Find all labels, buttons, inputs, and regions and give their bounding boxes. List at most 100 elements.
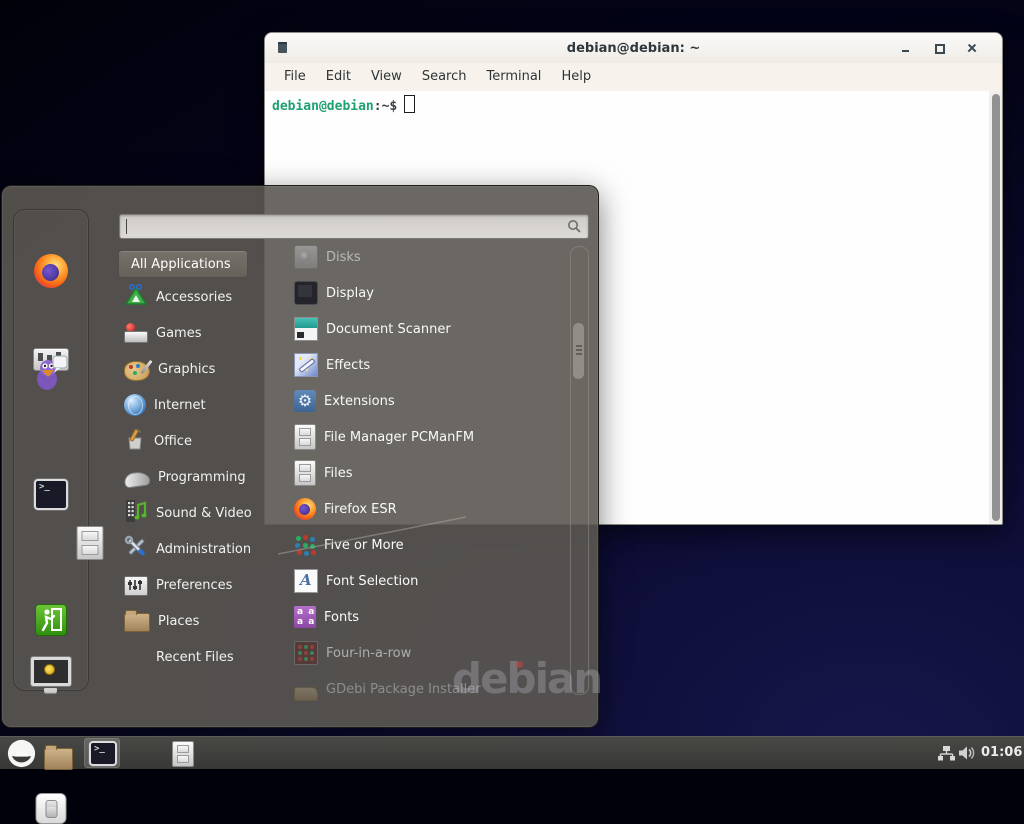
volume-icon[interactable] — [958, 745, 976, 765]
menu-button[interactable] — [7, 739, 36, 772]
app-label: Fonts — [324, 610, 359, 625]
app-five-or-more[interactable]: Five or More — [288, 527, 564, 563]
category-label: Administration — [156, 542, 251, 557]
accessories-icon — [124, 284, 148, 310]
extensions-icon — [294, 390, 316, 412]
terminal-scrollbar-thumb[interactable] — [992, 94, 1000, 521]
terminal-title: debian@debian: ~ — [265, 41, 1002, 56]
file-cabinet-icon[interactable] — [77, 526, 104, 560]
prompt-path: :~$ — [374, 99, 397, 114]
app-effects[interactable]: Effects — [288, 347, 564, 383]
taskbar: 01:06 — [0, 736, 1024, 769]
menu-scrollbar-thumb[interactable] — [573, 323, 584, 379]
firefox-icon — [294, 498, 316, 520]
app-files[interactable]: Files — [288, 455, 564, 491]
terminal-icon[interactable] — [34, 479, 68, 510]
terminal-cursor — [404, 95, 415, 113]
category-label: Programming — [158, 470, 246, 485]
app-label: GDebi Package Installer — [326, 682, 481, 697]
app-fonts[interactable]: Fonts — [288, 599, 564, 635]
logout-icon[interactable] — [35, 604, 67, 640]
pidgin-icon[interactable] — [33, 354, 69, 396]
games-icon — [124, 322, 148, 344]
gdebi-icon — [294, 687, 318, 701]
category-recent-files[interactable]: Recent Files — [118, 639, 280, 675]
category-label: Office — [154, 434, 192, 449]
effects-icon — [294, 353, 318, 377]
app-label: Document Scanner — [326, 322, 451, 337]
app-document-scanner[interactable]: Document Scanner — [288, 311, 564, 347]
category-internet[interactable]: Internet — [118, 387, 280, 423]
search-icon — [567, 219, 582, 234]
category-office[interactable]: Office — [118, 423, 280, 459]
category-label: Recent Files — [156, 650, 234, 665]
app-label: Files — [324, 466, 353, 481]
category-graphics[interactable]: Graphics — [118, 351, 280, 387]
display-icon — [294, 281, 318, 305]
category-all-applications[interactable]: All Applications — [118, 250, 248, 278]
category-label: Places — [158, 614, 199, 629]
terminal-titlebar: debian@debian: ~ — [265, 33, 1002, 64]
category-preferences[interactable]: Preferences — [118, 567, 280, 603]
five-or-more-icon — [294, 534, 316, 556]
network-icon[interactable] — [938, 746, 955, 765]
favorites-sidebar — [13, 209, 89, 691]
app-display[interactable]: Display — [288, 275, 564, 311]
app-gdebi-package-installer[interactable]: GDebi Package Installer — [288, 671, 564, 707]
app-label: Font Selection — [326, 574, 418, 589]
app-font-selection[interactable]: Font Selection — [288, 563, 564, 599]
menu-terminal[interactable]: Terminal — [476, 63, 551, 91]
menu-scrollbar[interactable] — [570, 246, 589, 695]
menu-file[interactable]: File — [274, 63, 316, 91]
search-input[interactable] — [119, 214, 589, 239]
app-label: Extensions — [324, 394, 395, 409]
document-scanner-icon — [294, 317, 318, 341]
sound-video-icon — [124, 499, 148, 527]
font-selection-icon — [294, 569, 318, 593]
text-caret — [126, 219, 127, 234]
menu-view[interactable]: View — [361, 63, 412, 91]
app-label: Firefox ESR — [324, 502, 397, 517]
category-games[interactable]: Games — [118, 315, 280, 351]
app-four-in-a-row[interactable]: Four-in-a-row — [288, 635, 564, 671]
menu-help[interactable]: Help — [551, 63, 601, 91]
app-label: Disks — [326, 250, 361, 265]
category-accessories[interactable]: Accessories — [118, 279, 280, 315]
app-extensions[interactable]: Extensions — [288, 383, 564, 419]
app-label: Four-in-a-row — [326, 646, 411, 661]
administration-icon — [124, 535, 148, 563]
app-label: Five or More — [324, 538, 404, 553]
maximize-button[interactable] — [933, 42, 945, 54]
prompt-user-host: debian@debian — [272, 99, 374, 114]
app-disks[interactable]: Disks — [288, 239, 564, 275]
file-cabinet-icon — [294, 424, 316, 450]
four-in-a-row-icon — [294, 641, 318, 665]
app-label: Effects — [326, 358, 370, 373]
category-programming[interactable]: Programming — [118, 459, 280, 495]
application-menu: All Applications Accessories Games Graph… — [1, 185, 599, 728]
file-cabinet-icon — [294, 460, 316, 486]
app-file-manager-pcmanfm[interactable]: File Manager PCManFM — [288, 419, 564, 455]
app-label: File Manager PCManFM — [324, 430, 474, 445]
places-folder-icon — [124, 613, 150, 632]
close-button[interactable] — [966, 42, 978, 54]
category-places[interactable]: Places — [118, 603, 280, 639]
menu-edit[interactable]: Edit — [316, 63, 361, 91]
shell-prompt: debian@debian:~$ — [272, 95, 415, 114]
taskbar-terminal-button[interactable] — [84, 738, 120, 768]
category-sound-video[interactable]: Sound & Video — [118, 495, 280, 531]
programming-icon — [123, 470, 151, 488]
minimize-button[interactable] — [900, 42, 912, 54]
firefox-icon[interactable] — [34, 254, 68, 288]
file-manager-folder-icon[interactable] — [44, 748, 73, 770]
category-label: Internet — [154, 398, 206, 413]
category-administration[interactable]: Administration — [118, 531, 280, 567]
shutdown-icon[interactable] — [36, 793, 67, 824]
taskbar-clock[interactable]: 01:06 — [981, 737, 1022, 769]
fonts-icon — [294, 606, 316, 628]
file-cabinet-icon[interactable] — [172, 741, 194, 767]
menu-search[interactable]: Search — [412, 63, 477, 91]
lock-screen-icon[interactable] — [31, 657, 71, 686]
terminal-scrollbar[interactable] — [989, 91, 1002, 524]
app-firefox-esr[interactable]: Firefox ESR — [288, 491, 564, 527]
